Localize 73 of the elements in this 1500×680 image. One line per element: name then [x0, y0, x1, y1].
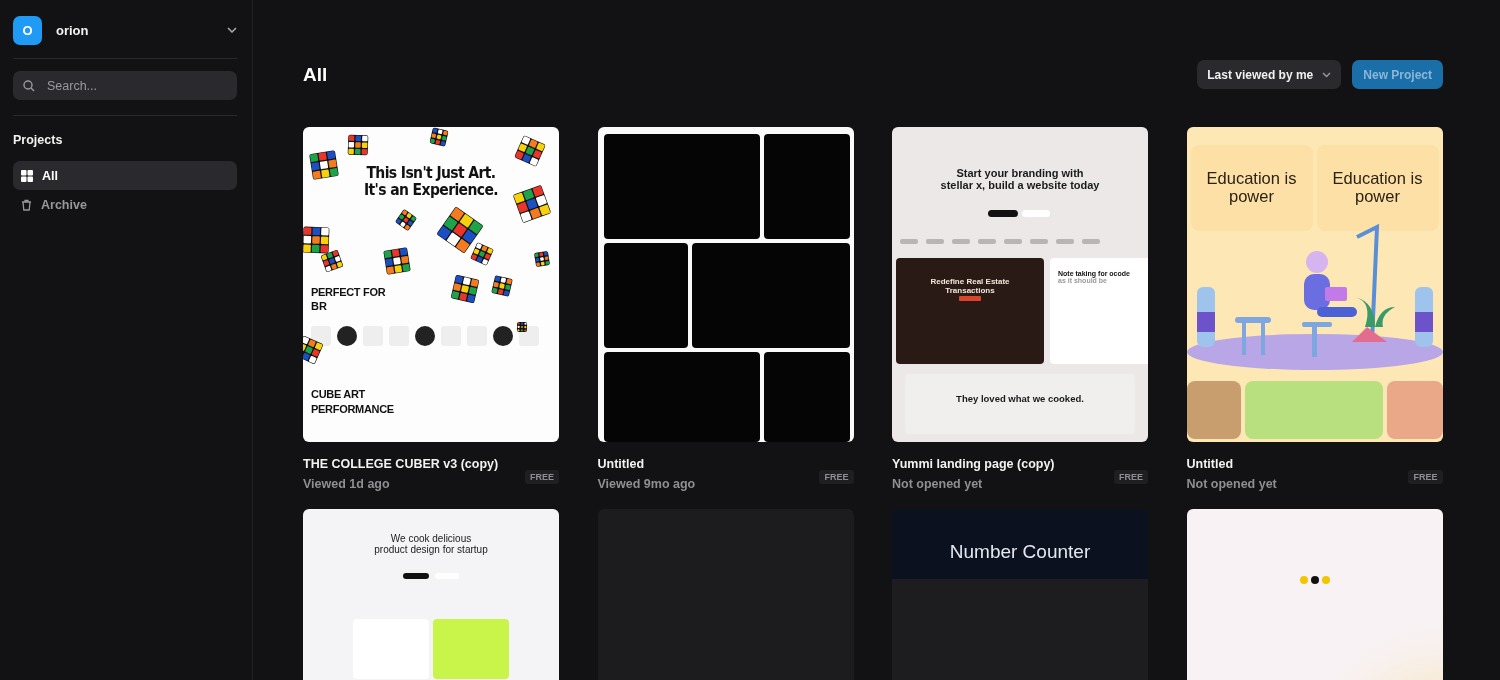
- plan-badge: FREE: [1114, 470, 1148, 484]
- logo-mark: [900, 238, 918, 244]
- sort-dropdown[interactable]: Last viewed by me: [1197, 60, 1342, 89]
- plan-badge: FREE: [819, 470, 854, 484]
- logo-mark: [1030, 238, 1048, 244]
- color-tile: [1386, 381, 1443, 439]
- project-title[interactable]: THE COLLEGE CUBER v3 (copy): [303, 457, 499, 471]
- plan-badge: FREE: [525, 470, 559, 484]
- thumbnail-text: BR: [311, 300, 327, 313]
- color-tile: [1186, 381, 1241, 439]
- logo-mark: [1082, 238, 1100, 244]
- page-title: All: [303, 63, 328, 86]
- rubiks-cube-drawing: [516, 321, 528, 333]
- thumbnail-text: Education is: [1206, 169, 1297, 188]
- cta-pill: [988, 209, 1018, 217]
- thumbnail-text: This Isn't Just Art.: [366, 165, 496, 183]
- logo-mark: [1004, 238, 1022, 244]
- logo-tile: [415, 326, 435, 347]
- project-title[interactable]: Untitled: [597, 457, 696, 471]
- logo-mark: [952, 238, 970, 244]
- plan-badge: FREE: [1408, 470, 1443, 484]
- project-status: Not opened yet: [892, 477, 984, 491]
- wireframe-thumbnail[interactable]: [597, 127, 854, 442]
- rubiks-cube-drawing: [534, 251, 550, 267]
- thumbnail-text: PERFORMANCE: [311, 402, 394, 415]
- cta-pill: [403, 573, 429, 580]
- grid-icon: [21, 169, 33, 182]
- thumbnail-text: power: [1355, 187, 1400, 206]
- search-field[interactable]: Search...: [13, 71, 237, 100]
- logo-mark: [926, 238, 944, 244]
- logo-mark: [1056, 238, 1074, 244]
- thumbnail-text: stellar x, build a website today: [940, 179, 1100, 192]
- project-status: Viewed 1d ago: [303, 477, 391, 491]
- thumbnail-text: Education is: [1332, 169, 1423, 188]
- section-heading: Projects: [13, 133, 64, 147]
- illustration-thumbnail[interactable]: Education is power Education is power: [1186, 127, 1443, 442]
- loading-dots-icon: [1299, 576, 1330, 584]
- thumbnail-text: Redefine Real Estate Transactions: [929, 277, 1011, 296]
- website-thumbnail[interactable]: We cook delicious product design for startup: [303, 509, 559, 680]
- rubiks-cube-drawing: [309, 150, 339, 180]
- rubiks-cube-drawing: [383, 247, 411, 275]
- thumbnail-text: PERFECT FOR: [311, 285, 386, 299]
- thumbnail-text: CUBE ART: [311, 388, 366, 401]
- project-title[interactable]: Untitled: [1186, 457, 1277, 471]
- workspace-name[interactable]: orion: [56, 22, 213, 38]
- rubiks-cube-drawing: [303, 226, 330, 254]
- project-title[interactable]: Yummi landing page (copy): [892, 457, 1055, 471]
- website-thumbnail[interactable]: This Isn't Just Art. It's an Experience. PERFECT FOR BR CUBE ART PERFORMANCE: [303, 127, 559, 442]
- logo-mark: [978, 238, 996, 244]
- cta-pill: [959, 295, 981, 301]
- thumbnail-text: Number Counter: [949, 541, 1091, 563]
- thumbnail-text: product design for startup: [374, 544, 488, 556]
- dark-thumbnail[interactable]: Number Counter: [892, 509, 1148, 680]
- rubiks-cube-drawing: [347, 134, 369, 156]
- rubiks-cube-drawing: [450, 274, 480, 304]
- project-status: Viewed 9mo ago: [597, 477, 696, 491]
- rubiks-cube-drawing: [491, 275, 513, 297]
- thumbnail-text: Start your branding with: [956, 167, 1084, 180]
- search-input[interactable]: Search...: [45, 77, 227, 94]
- thumbnail-text: We cook delicious: [390, 533, 472, 545]
- thumbnail-text: They loved what we cooked.: [956, 393, 1084, 405]
- sidebar-item[interactable]: Archive: [13, 190, 237, 219]
- project-status: Not opened yet: [1186, 477, 1277, 491]
- search-icon: [23, 79, 35, 92]
- logo-tile: [493, 326, 513, 347]
- thumbnail-text: power: [1229, 187, 1274, 206]
- thumbnail-text: It's an Experience.: [363, 182, 499, 200]
- rubiks-cube-drawing: [429, 127, 449, 147]
- sidebar-item[interactable]: All: [13, 161, 237, 190]
- chevron-down-icon: [1322, 71, 1332, 78]
- chevron-down-icon[interactable]: [227, 27, 237, 33]
- trash-icon: [21, 198, 32, 211]
- logo-tile: [337, 326, 357, 347]
